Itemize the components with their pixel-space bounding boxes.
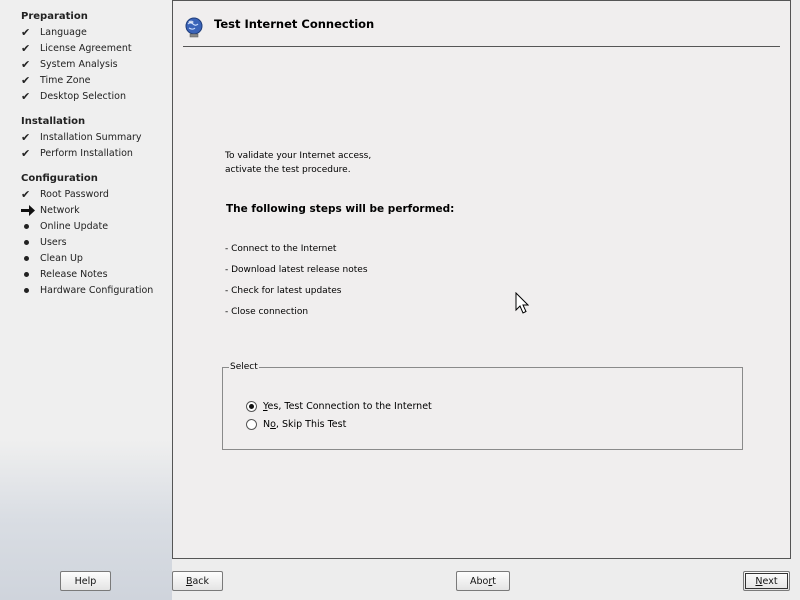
intro-text: To validate your Internet access, activa… (225, 149, 371, 177)
checkmark-icon: ✔ (21, 41, 31, 55)
bullet-icon (21, 223, 40, 229)
sidebar-item-label: Users (40, 236, 67, 248)
select-group: Select Yes, Test Connection to the Inter… (222, 362, 743, 450)
step-line: - Connect to the Internet (225, 244, 337, 254)
steps-heading: The following steps will be performed: (226, 203, 455, 215)
section-title-configuration: Configuration (21, 173, 98, 184)
checkmark-icon: ✔ (21, 73, 31, 87)
help-button[interactable]: Help (60, 571, 111, 591)
sidebar-item-license-agreement: ✔ License Agreement (21, 41, 132, 55)
radio-button[interactable] (246, 418, 257, 430)
page-title: Test Internet Connection (214, 17, 375, 31)
sidebar-item-clean-up: Clean Up (21, 251, 83, 265)
radio-label: No, Skip This Test (263, 418, 347, 430)
header-divider (183, 46, 780, 47)
step-line: - Close connection (225, 307, 309, 317)
bullet-icon (21, 239, 40, 245)
bullet-icon (21, 255, 40, 261)
mouse-pointer-icon (515, 291, 530, 318)
sidebar-item-label: Time Zone (40, 74, 91, 86)
sidebar-item-label: Root Password (40, 188, 109, 200)
checkmark-icon: ✔ (21, 89, 31, 103)
sidebar-item-installation-summary: ✔ Installation Summary (21, 130, 142, 144)
bullet-icon (21, 287, 40, 293)
sidebar-item-label: Hardware Configuration (40, 284, 154, 296)
sidebar-item-time-zone: ✔ Time Zone (21, 73, 90, 87)
select-group-legend: Select (230, 362, 258, 372)
intro-line: To validate your Internet access, (225, 151, 372, 161)
abort-button[interactable]: Abo r t (456, 571, 510, 591)
sidebar-item-desktop-selection: ✔ Desktop Selection (21, 89, 126, 103)
sidebar-item-release-notes: Release Notes (21, 267, 108, 281)
sidebar-item-hardware-configuration: Hardware Configuration (21, 283, 153, 297)
section-title-installation: Installation (21, 116, 86, 127)
sidebar-item-system-analysis: ✔ System Analysis (21, 57, 118, 71)
radio-label: Yes, Test Connection to the Internet (263, 400, 432, 412)
sidebar-item-label: Network (40, 204, 80, 216)
back-button[interactable]: Back (172, 571, 223, 591)
step-line: - Download latest release notes (225, 265, 368, 275)
radio-yes-test-connection[interactable]: Yes, Test Connection to the Internet (246, 399, 432, 413)
arrow-right-icon (21, 204, 40, 216)
sidebar-item-perform-installation: ✔ Perform Installation (21, 146, 133, 160)
sidebar-item-label: License Agreement (40, 42, 132, 54)
checkmark-icon: ✔ (21, 130, 31, 144)
bullet-icon (21, 271, 40, 277)
sidebar-item-label: System Analysis (40, 58, 118, 70)
globe-network-icon (183, 16, 205, 38)
sidebar-item-label: Perform Installation (40, 147, 133, 159)
sidebar-item-label: Desktop Selection (40, 90, 126, 102)
sidebar-item-label: Release Notes (40, 268, 108, 280)
sidebar-item-language: ✔ Language (21, 25, 87, 39)
sidebar-item-root-password: ✔ Root Password (21, 187, 109, 201)
sidebar-item-label: Online Update (40, 220, 109, 232)
sidebar-item-online-update: Online Update (21, 219, 108, 233)
sidebar-item-network: Network (21, 203, 80, 217)
step-line: - Check for latest updates (225, 286, 342, 296)
checkmark-icon: ✔ (21, 146, 31, 160)
sidebar-item-label: Language (40, 26, 87, 38)
wizard-sidebar: Preparation ✔ Language ✔ License Agreement… (0, 0, 172, 600)
checkmark-icon: ✔ (21, 57, 31, 71)
sidebar-item-users: Users (21, 235, 67, 249)
main-panel: Test Internet Connection To validate you… (172, 0, 791, 559)
radio-button-selected[interactable] (246, 400, 257, 412)
section-title-preparation: Preparation (21, 11, 88, 22)
sidebar-item-label: Installation Summary (40, 131, 142, 143)
radio-no-skip-test[interactable]: No, Skip This Test (246, 417, 346, 431)
intro-line: activate the test procedure. (225, 165, 351, 175)
checkmark-icon: ✔ (21, 187, 31, 201)
sidebar-item-label: Clean Up (40, 252, 83, 264)
next-button[interactable]: Next (743, 571, 790, 591)
checkmark-icon: ✔ (21, 25, 31, 39)
